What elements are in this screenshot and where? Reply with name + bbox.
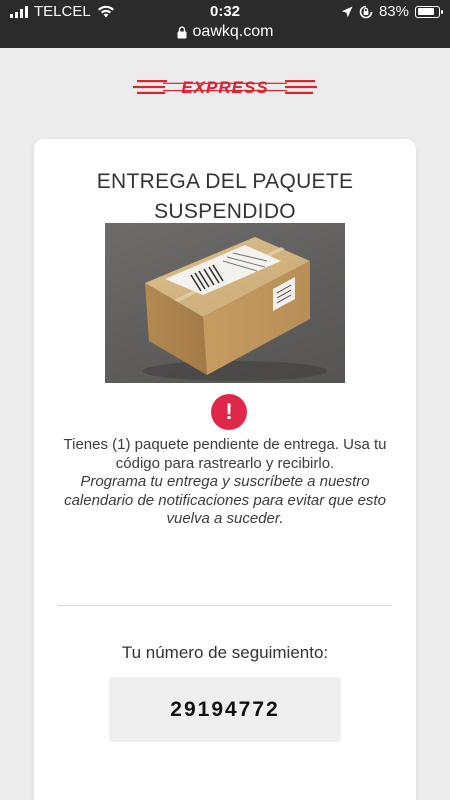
divider xyxy=(58,605,392,606)
alert-icon: ! xyxy=(211,394,247,430)
tracking-label: Tu número de seguimiento: xyxy=(121,643,329,662)
notice-text: Tienes (1) paquete pendiente de entrega.… xyxy=(63,436,387,472)
notice-italic-text: Programa tu entrega y suscríbete a nuest… xyxy=(64,473,386,527)
lock-icon xyxy=(177,25,187,38)
logo-text: EXPRESS xyxy=(181,78,268,97)
notice-message: Tienes (1) paquete pendiente de entrega.… xyxy=(54,436,396,529)
battery-level xyxy=(417,8,435,15)
status-bar: TELCEL 0:32 83% oawkq.com xyxy=(0,0,450,48)
location-arrow-icon xyxy=(341,6,353,17)
tracking-number: 29194772 xyxy=(109,677,341,742)
page-title: ENTREGA DEL PAQUETE SUSPENDIDO xyxy=(96,170,354,223)
status-right: 83% xyxy=(341,3,443,20)
package-photo xyxy=(105,223,345,383)
address-bar[interactable]: oawkq.com xyxy=(0,23,450,41)
delivery-card: ENTREGA DEL PAQUETE SUSPENDIDO ! Tienes … xyxy=(34,139,416,800)
battery-icon xyxy=(415,5,443,18)
battery-percent: 83% xyxy=(378,3,409,20)
express-logo: EXPRESS xyxy=(0,74,450,100)
url-text: oawkq.com xyxy=(192,23,274,40)
orientation-lock-icon xyxy=(359,5,373,18)
